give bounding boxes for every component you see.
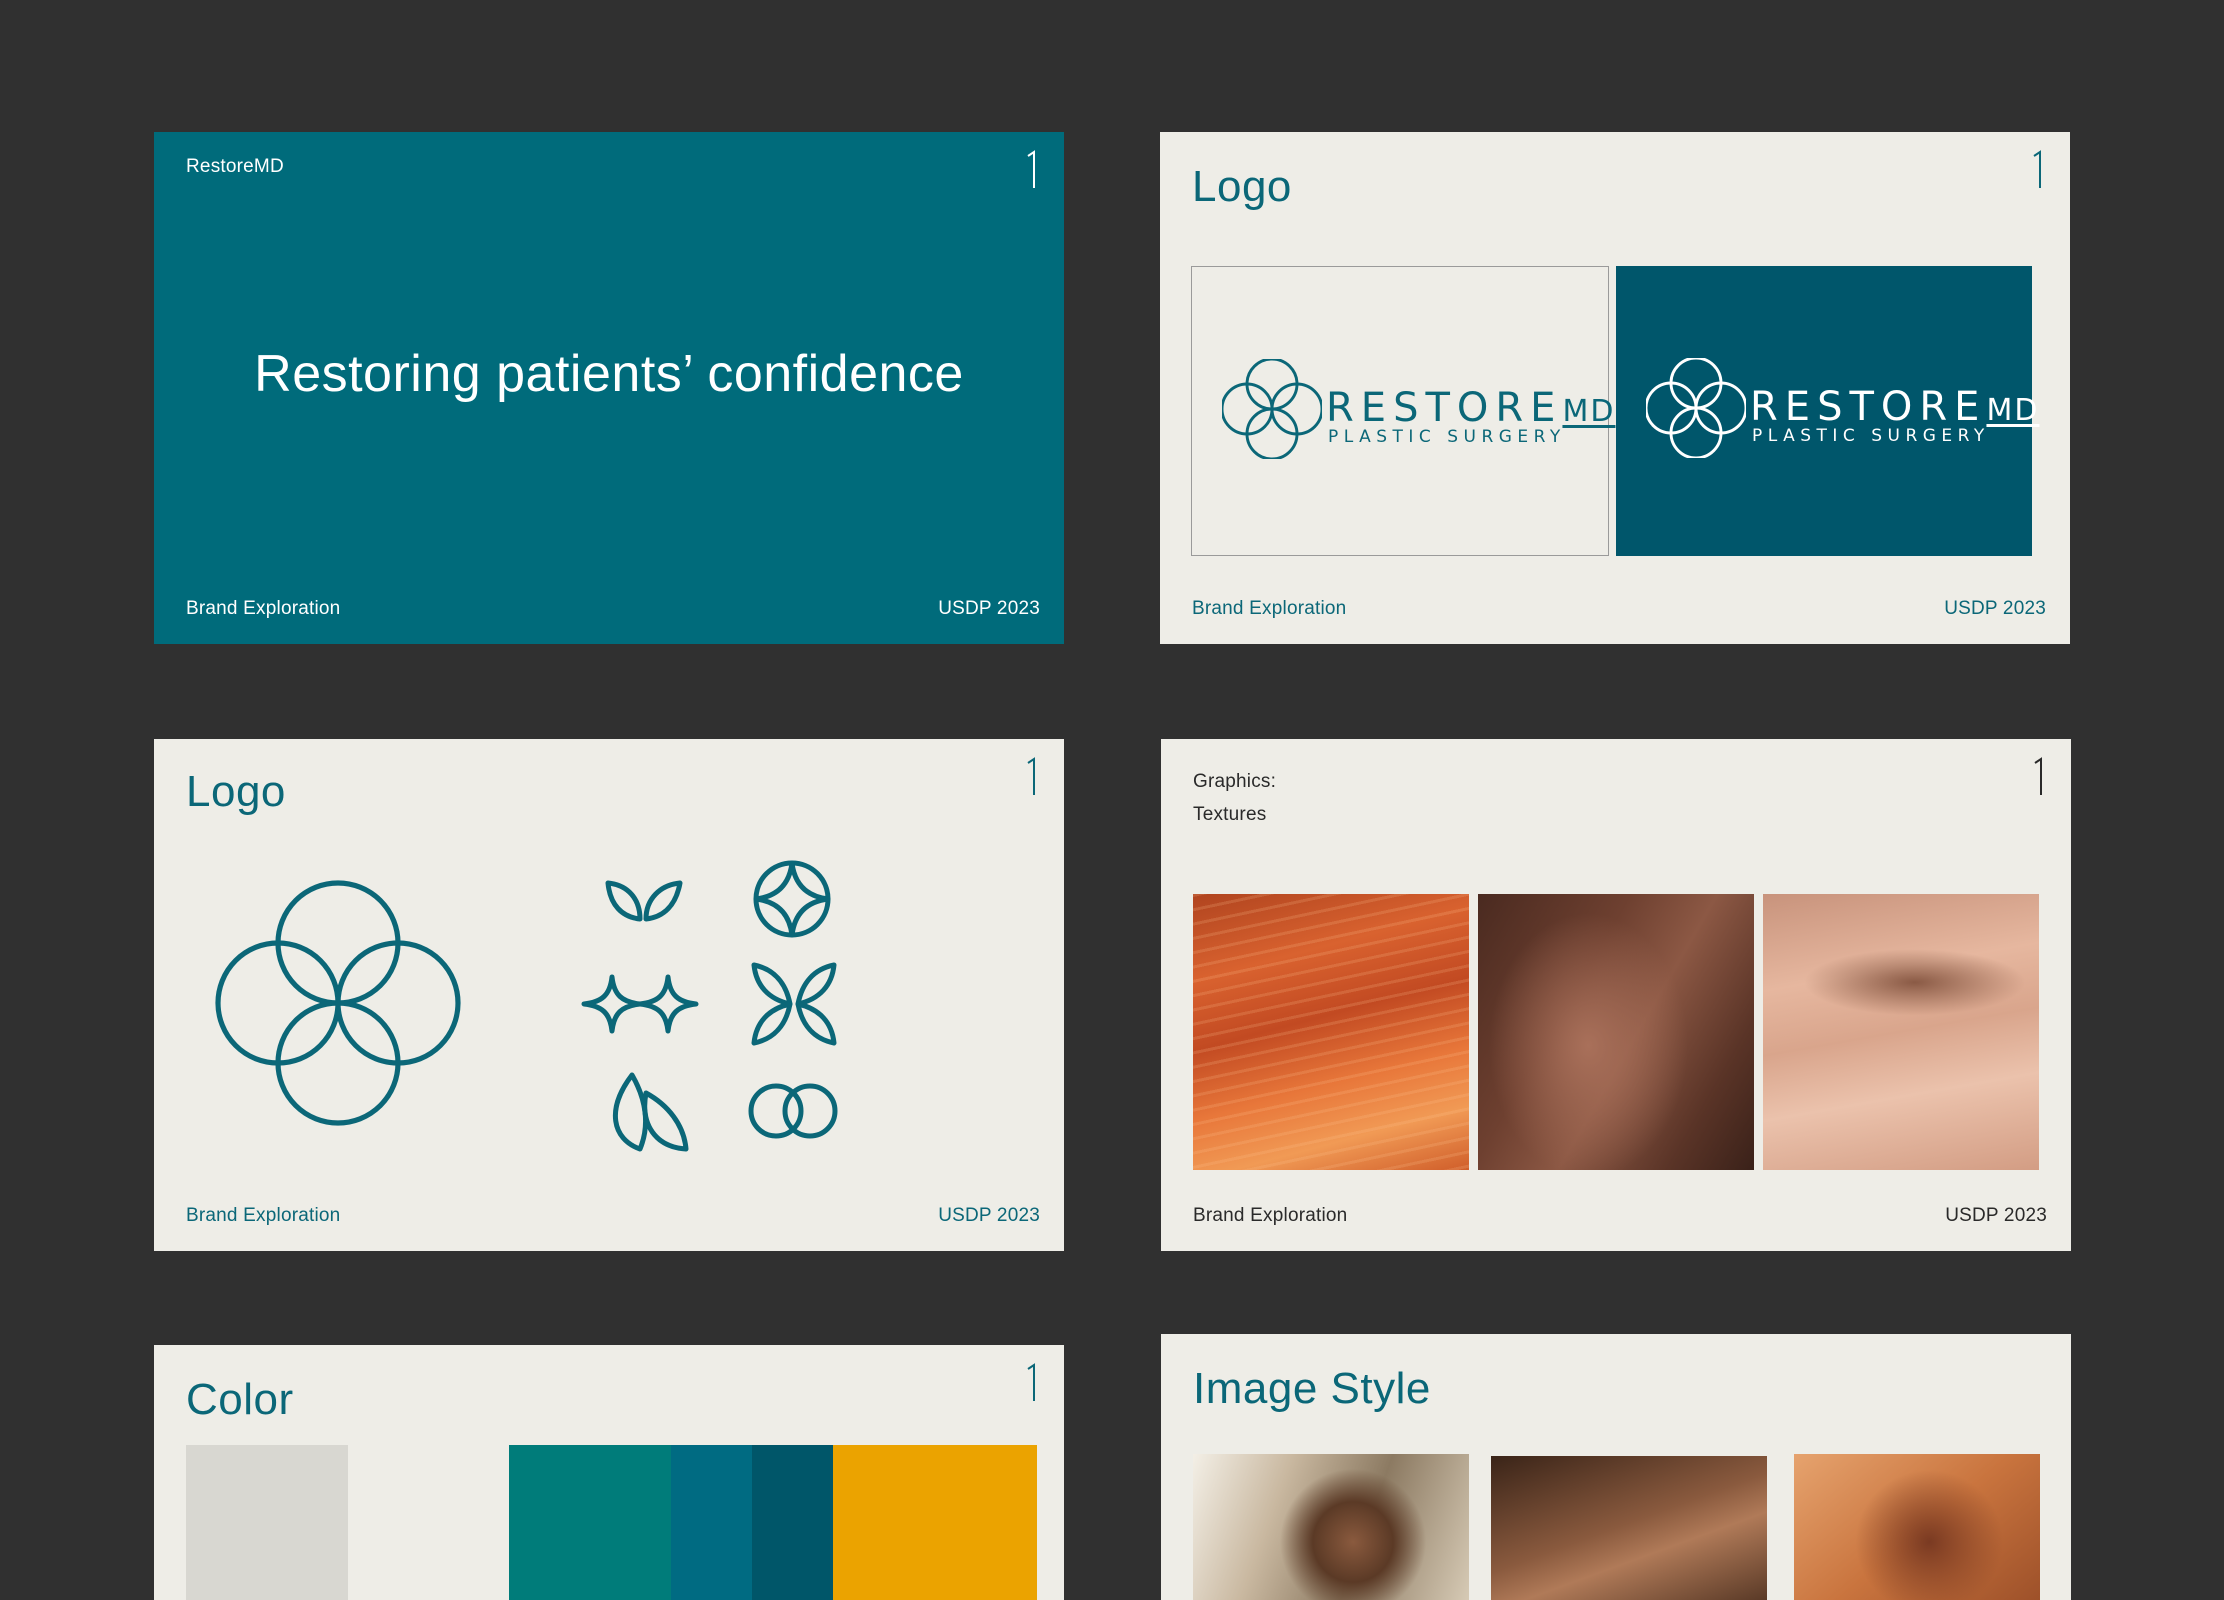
page-number-icon — [1027, 150, 1035, 188]
slide-logo-marks[interactable]: Logo Brand Exploration USDP 2023 — [154, 739, 1064, 1251]
footer-left: Brand Exploration — [186, 1205, 341, 1226]
slide-logo-lockup[interactable]: Logo RESTOREMD PLASTIC SURGERY RESTOREMD… — [1160, 132, 2070, 644]
photo-smiling-woman — [1193, 1454, 1469, 1600]
footer-left: Brand Exploration — [186, 598, 341, 619]
slide-title: Logo — [186, 767, 286, 816]
linked-rings-icon — [748, 1083, 838, 1139]
texture-image-orange-waves — [1193, 894, 1469, 1170]
logo-wordmark: RESTOREMD — [1326, 385, 1616, 431]
footer-left: Brand Exploration — [1193, 1205, 1348, 1226]
photo-flower-shadow — [1794, 1454, 2040, 1600]
swatch-amber — [833, 1445, 1037, 1600]
swatch-teal-blue — [671, 1445, 752, 1600]
logo-light-panel: RESTOREMD PLASTIC SURGERY — [1191, 266, 1613, 556]
double-leaf-icon — [612, 1072, 689, 1152]
slide-color[interactable]: Color — [154, 1345, 1064, 1600]
footer-right: USDP 2023 — [1944, 598, 2046, 619]
swatch-light-gray — [186, 1445, 348, 1600]
swatch-deep-teal — [752, 1445, 833, 1600]
slide-title: Color — [186, 1375, 294, 1424]
logo-mark-icon — [1646, 358, 1746, 458]
section-label: Graphics: — [1193, 771, 1277, 792]
page-number-icon — [2033, 150, 2041, 188]
circle-star-icon — [753, 860, 831, 938]
logo-dark-panel: RESTOREMD PLASTIC SURGERY — [1616, 266, 2037, 556]
primary-logo-mark-icon — [208, 873, 468, 1133]
brand-name: RestoreMD — [186, 156, 284, 177]
slide-image-style[interactable]: Image Style — [1161, 1334, 2071, 1600]
logo-subline: PLASTIC SURGERY — [1752, 426, 1990, 446]
footer-right: USDP 2023 — [938, 598, 1040, 619]
slide-cover[interactable]: RestoreMD Restoring patients’ confidence… — [154, 132, 1064, 644]
swatch-teal-green — [509, 1445, 671, 1600]
butterfly-icon — [751, 962, 837, 1046]
page-number-icon — [1027, 1363, 1035, 1401]
slide-textures[interactable]: Graphics: Textures Brand Exploration USD… — [1161, 739, 2071, 1251]
footer-left: Brand Exploration — [1192, 598, 1347, 619]
page-number-icon — [2034, 757, 2042, 795]
texture-image-sand-dunes — [1763, 894, 2039, 1170]
logo-subline: PLASTIC SURGERY — [1328, 427, 1566, 447]
logo-wordmark: RESTOREMD — [1750, 384, 2040, 430]
slide-title: Image Style — [1193, 1364, 1431, 1413]
footer-right: USDP 2023 — [1945, 1205, 2047, 1226]
footer-right: USDP 2023 — [938, 1205, 1040, 1226]
page-number-icon — [1027, 757, 1035, 795]
photo-neck-shoulder — [1491, 1456, 1767, 1600]
slide-title: Logo — [1192, 162, 1292, 211]
texture-image-skin — [1478, 894, 1754, 1170]
section-sublabel: Textures — [1193, 804, 1267, 825]
logo-mark-icon — [1222, 359, 1322, 459]
cover-headline: Restoring patients’ confidence — [254, 345, 964, 403]
leaf-pair-icon — [605, 880, 683, 922]
double-star-icon — [581, 974, 699, 1034]
